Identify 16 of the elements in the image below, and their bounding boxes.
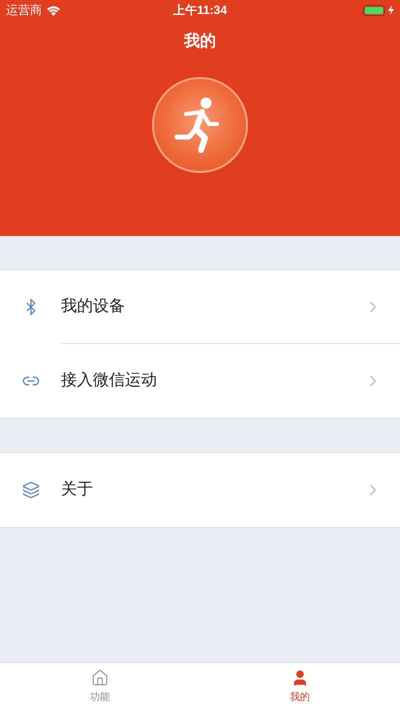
wifi-icon bbox=[46, 4, 61, 16]
menu-label: 接入微信运动 bbox=[61, 370, 157, 391]
menu-label: 我的设备 bbox=[61, 296, 125, 316]
menu-row[interactable]: 我的设备 bbox=[61, 270, 400, 344]
menu-row[interactable]: 接入微信运动 bbox=[61, 344, 400, 418]
home-icon bbox=[91, 668, 109, 686]
battery-icon bbox=[363, 4, 385, 16]
clock-time: 上午11:34 bbox=[172, 2, 228, 19]
page-title: 我的 bbox=[184, 32, 216, 52]
layers-icon bbox=[22, 481, 40, 499]
charging-icon bbox=[388, 5, 394, 15]
tab-item[interactable]: 我的 bbox=[200, 663, 400, 710]
menu-label: 关于 bbox=[61, 480, 93, 500]
carrier-name: 运营商 bbox=[6, 2, 42, 19]
tab-item[interactable]: 功能 bbox=[0, 663, 200, 710]
person-icon bbox=[291, 668, 309, 686]
